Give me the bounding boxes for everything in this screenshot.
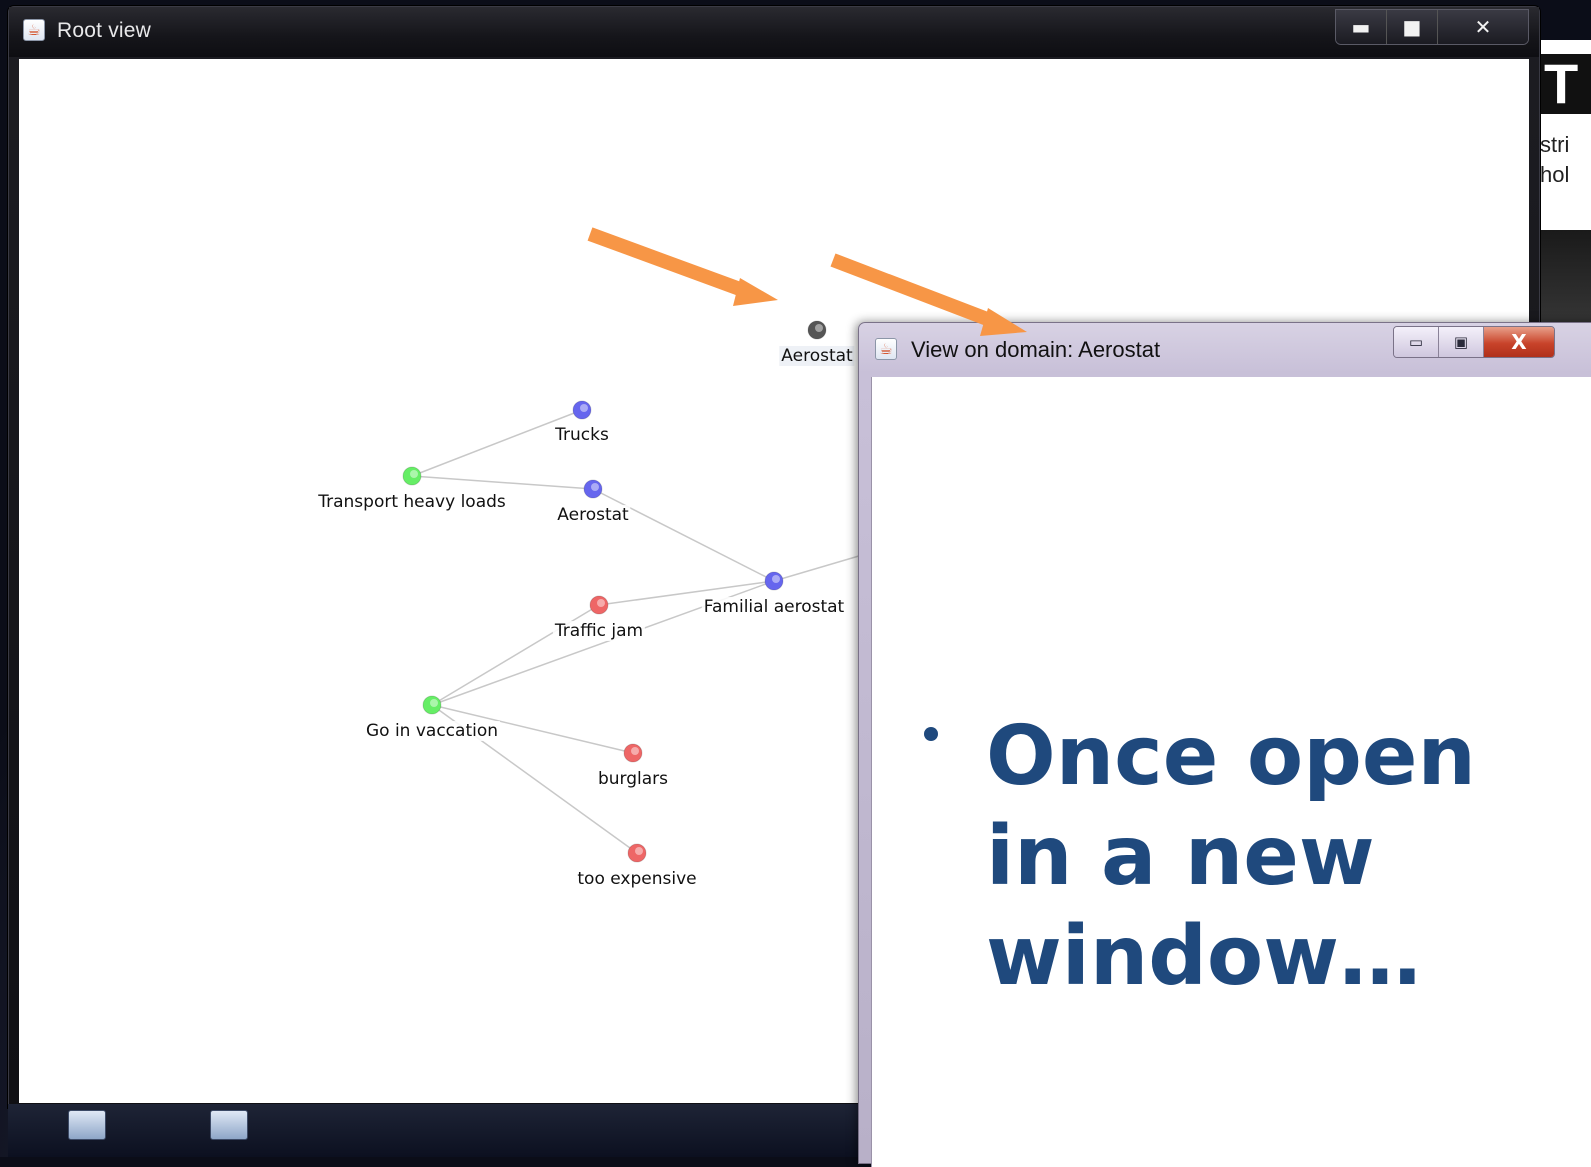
domain-view-window: ☕ View on domain: Aerostat ▭ ▣ X Once op… [858,322,1591,1167]
graph-node-label[interactable]: too expensive [575,869,699,889]
graph-edge [773,552,870,582]
close-button[interactable]: ✕ [1437,10,1528,44]
minimize-button[interactable]: ▭ [1394,327,1438,357]
graph-node-trucks[interactable] [572,400,592,420]
java-app-icon: ☕ [875,338,897,360]
graph-node-label[interactable]: Transport heavy loads [316,492,508,512]
background-window-logo: T [1540,54,1591,114]
background-window-edge: T stri hol [1540,40,1591,340]
root-titlebar[interactable]: ☕ Root view ▬ ■ ✕ [9,7,1539,57]
domain-window-title: View on domain: Aerostat [911,337,1161,362]
graph-edge [592,488,775,582]
graph-node-label[interactable]: Go in vaccation [363,721,501,741]
root-window-title: Root view [57,19,152,42]
graph-edge [431,604,600,706]
graph-node-label[interactable]: burglars [595,769,671,789]
graph-node-too-expensive[interactable] [627,843,647,863]
background-window-text-2: hol [1540,162,1570,187]
root-window-controls: ▬ ■ ✕ [1335,9,1529,45]
graph-node-go-in-vaccation[interactable] [422,695,442,715]
bullet-point-icon [924,727,938,741]
graph-node-label[interactable]: Trucks [553,425,611,445]
close-button[interactable]: X [1483,327,1554,357]
graph-node-label[interactable]: Traffic jam [552,621,646,641]
java-app-icon: ☕ [23,19,45,41]
slide-bullet-text: Once open in a new window… [986,709,1476,1004]
graph-node-burglars[interactable] [623,743,643,763]
graph-node-traffic-jam[interactable] [589,595,609,615]
graph-edge [411,475,594,490]
maximize-button[interactable]: ▣ [1438,327,1483,357]
taskbar-app-button[interactable] [210,1110,248,1140]
domain-canvas[interactable]: Once open in a new window… [871,377,1591,1167]
background-window-text-1: stri [1540,132,1570,157]
graph-node-aerostat-top[interactable] [807,320,827,340]
graph-node-transport-heavy-loads[interactable] [402,466,422,486]
graph-node-label[interactable]: Familial aerostat [701,597,847,617]
taskbar-app-button[interactable] [68,1110,106,1140]
minimize-button[interactable]: ▬ [1336,10,1386,44]
taskbar [8,1104,863,1157]
domain-window-controls: ▭ ▣ X [1393,326,1555,358]
graph-node-label[interactable]: Aerostat [779,346,855,366]
graph-node-aerostat[interactable] [583,479,603,499]
graph-node-familial-aerostat[interactable] [764,571,784,591]
graph-node-label[interactable]: Aerostat [555,505,631,525]
maximize-button[interactable]: ■ [1386,10,1437,44]
